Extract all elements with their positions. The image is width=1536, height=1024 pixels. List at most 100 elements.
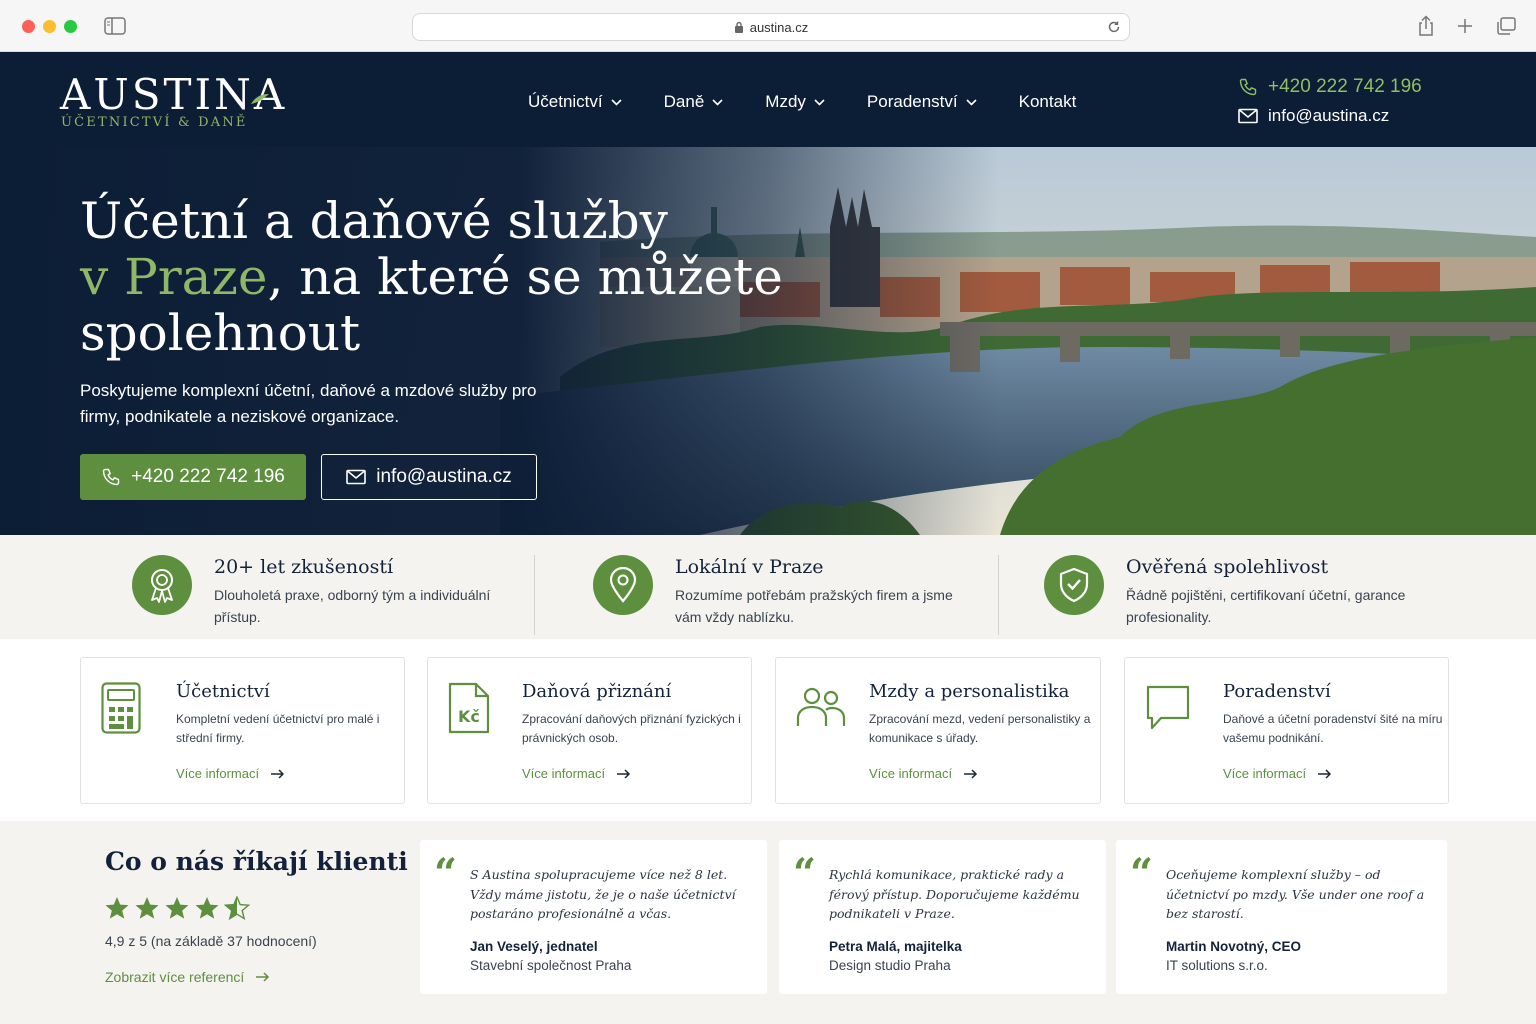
- site-header: AUSTINA ÚČETNICTVÍ & DANĚ Účetnictví Dan…: [0, 52, 1536, 147]
- testimonial-card: “ Oceňujeme komplexní služby – od účetni…: [1116, 840, 1447, 994]
- testimonial-quote: Rychlá komunikace, praktické rady a féro…: [829, 867, 1080, 921]
- feature-title: Ověřená spolehlivost: [1126, 556, 1329, 578]
- chevron-down-icon: [966, 98, 977, 106]
- hero-email-button[interactable]: info@austina.cz: [321, 454, 537, 500]
- link-label: Více informací: [869, 766, 953, 781]
- hero-title-line1: Účetní a daňové služby: [80, 192, 668, 250]
- share-icon[interactable]: [1417, 15, 1435, 37]
- nav-label: Mzdy: [765, 92, 806, 111]
- star-icon: [135, 897, 159, 919]
- arrow-right-icon: [617, 768, 631, 779]
- address-bar[interactable]: austina.cz: [412, 13, 1130, 41]
- service-desc: Daňové a účetní poradenství šité na míru…: [1223, 712, 1443, 745]
- close-window-button[interactable]: [22, 20, 35, 33]
- testimonial-company: IT solutions s.r.o.: [1166, 958, 1268, 973]
- link-label: Více informací: [176, 766, 260, 781]
- sidebar-toggle-icon[interactable]: [104, 17, 126, 35]
- nav-label: Kontakt: [1018, 92, 1077, 111]
- service-more-link[interactable]: Více informací: [176, 766, 285, 781]
- testimonial-card: “ Rychlá komunikace, praktické rady a fé…: [779, 840, 1106, 994]
- hero-section: Účetní a daňové služby v Praze, na které…: [0, 147, 1536, 535]
- tabs-overview-icon[interactable]: [1496, 17, 1516, 35]
- hero-title-accent: v Praze: [80, 248, 268, 306]
- feature-local: Lokální v Praze Rozumíme potřebám pražsk…: [593, 555, 975, 628]
- feature-desc: Dlouholetá praxe, odborný tým a individu…: [214, 587, 491, 625]
- service-card-poradenstvi[interactable]: Poradenství Daňové a účetní poradenství …: [1124, 657, 1449, 804]
- phone-icon: [1239, 78, 1257, 96]
- service-desc: Zpracování mezd, vedení personalistiky a…: [869, 712, 1091, 745]
- more-references-link[interactable]: Zobrazit více referencí: [105, 969, 270, 985]
- feature-experience: 20+ let zkušeností Dlouholetá praxe, odb…: [132, 555, 514, 628]
- hero-call-button[interactable]: +420 222 742 196: [80, 454, 306, 500]
- arrow-right-icon: [271, 768, 285, 779]
- testimonial-author: Martin Novotný, CEO: [1166, 939, 1302, 954]
- url-text: austina.cz: [749, 19, 809, 35]
- chevron-down-icon: [611, 98, 622, 106]
- hero-title: Účetní a daňové služby v Praze, na které…: [80, 193, 783, 361]
- feature-desc: Řádně pojištěni, certifikovaní účetní, g…: [1126, 587, 1406, 625]
- nav-item-dane[interactable]: Daně: [664, 92, 724, 112]
- phone-icon: [102, 468, 120, 486]
- service-title: Poradenství: [1223, 681, 1331, 702]
- star-half-icon: [224, 896, 250, 920]
- service-title: Daňová přiznání: [522, 681, 672, 702]
- star-icon: [165, 897, 189, 919]
- speech-bubble-icon: [1146, 685, 1190, 730]
- nav-label: Poradenství: [866, 92, 958, 111]
- service-desc: Zpracování daňových přiznání fyzických i…: [522, 712, 741, 745]
- tax-document-icon: Kč: [448, 682, 490, 734]
- hero-title-line2: , na které se můžete: [267, 248, 783, 306]
- chevron-down-icon: [814, 98, 825, 106]
- feature-title: Lokální v Praze: [675, 556, 824, 578]
- feature-reliability: Ověřená spolehlivost Řádně pojištěni, ce…: [1044, 555, 1426, 628]
- main-nav: Účetnictví Daně Mzdy Poradenství Kontakt: [528, 92, 1118, 112]
- calculator-icon: [101, 682, 141, 734]
- hero-description: Poskytujeme komplexní účetní, daňové a m…: [80, 381, 537, 426]
- browser-toolbar: austina.cz: [0, 0, 1536, 52]
- nav-label: Účetnictví: [528, 92, 603, 111]
- testimonials-heading: Co o nás říkají klienti: [105, 847, 408, 876]
- testimonial-company: Design studio Praha: [829, 958, 951, 973]
- testimonial-quote: S Austina spolupracujeme více než 8 let.…: [470, 867, 736, 921]
- header-phone-link[interactable]: +420 222 742 196: [1238, 76, 1422, 98]
- kc-glyph: Kč: [458, 707, 480, 726]
- testimonial-card: “ S Austina spolupracujeme více než 8 le…: [420, 840, 767, 994]
- star-icon: [195, 897, 219, 919]
- star-icon: [105, 897, 129, 919]
- zoom-window-button[interactable]: [64, 20, 77, 33]
- features-strip: 20+ let zkušeností Dlouholetá praxe, odb…: [0, 535, 1536, 639]
- service-card-danove-priznani[interactable]: Kč Daňová přiznání Zpracování daňových p…: [427, 657, 752, 804]
- testimonial-author: Jan Veselý, jednatel: [470, 939, 598, 954]
- service-more-link[interactable]: Více informací: [522, 766, 631, 781]
- link-label: Zobrazit více referencí: [105, 969, 245, 985]
- rating-text: 4,9 z 5 (na základě 37 hodnocení): [105, 933, 317, 949]
- service-more-link[interactable]: Více informací: [1223, 766, 1332, 781]
- header-email-link[interactable]: info@austina.cz: [1238, 106, 1422, 126]
- testimonial-company: Stavební společnost Praha: [470, 958, 632, 973]
- testimonials-section: Co o nás říkají klienti 4,9 z 5 (na zákl…: [0, 821, 1536, 1024]
- arrow-right-icon: [256, 972, 270, 982]
- header-email-text: info@austina.cz: [1268, 106, 1390, 125]
- service-title: Mzdy a personalistika: [869, 681, 1070, 702]
- nav-item-ucetnictvi[interactable]: Účetnictví: [528, 92, 622, 112]
- service-card-mzdy[interactable]: Mzdy a personalistika Zpracování mezd, v…: [775, 657, 1101, 804]
- arrow-right-icon: [964, 768, 978, 779]
- divider: [534, 555, 535, 635]
- minimize-window-button[interactable]: [43, 20, 56, 33]
- hero-call-label: +420 222 742 196: [131, 466, 285, 487]
- divider: [998, 555, 999, 635]
- service-desc: Kompletní vedení účetnictví pro malé i s…: [176, 712, 380, 745]
- header-contact: +420 222 742 196 info@austina.cz: [1238, 76, 1422, 134]
- service-title: Účetnictví: [176, 681, 270, 702]
- nav-item-mzdy[interactable]: Mzdy: [765, 92, 825, 112]
- people-icon: [796, 687, 846, 726]
- nav-item-kontakt[interactable]: Kontakt: [1019, 92, 1077, 112]
- new-tab-icon[interactable]: [1457, 18, 1473, 34]
- services-section: Účetnictví Kompletní vedení účetnictví p…: [0, 639, 1536, 821]
- reload-icon[interactable]: [1107, 20, 1121, 34]
- nav-item-poradenstvi[interactable]: Poradenství: [867, 92, 977, 112]
- service-more-link[interactable]: Více informací: [869, 766, 978, 781]
- header-phone-text: +420 222 742 196: [1268, 76, 1422, 97]
- service-card-ucetnictvi[interactable]: Účetnictví Kompletní vedení účetnictví p…: [80, 657, 405, 804]
- chevron-down-icon: [712, 98, 723, 106]
